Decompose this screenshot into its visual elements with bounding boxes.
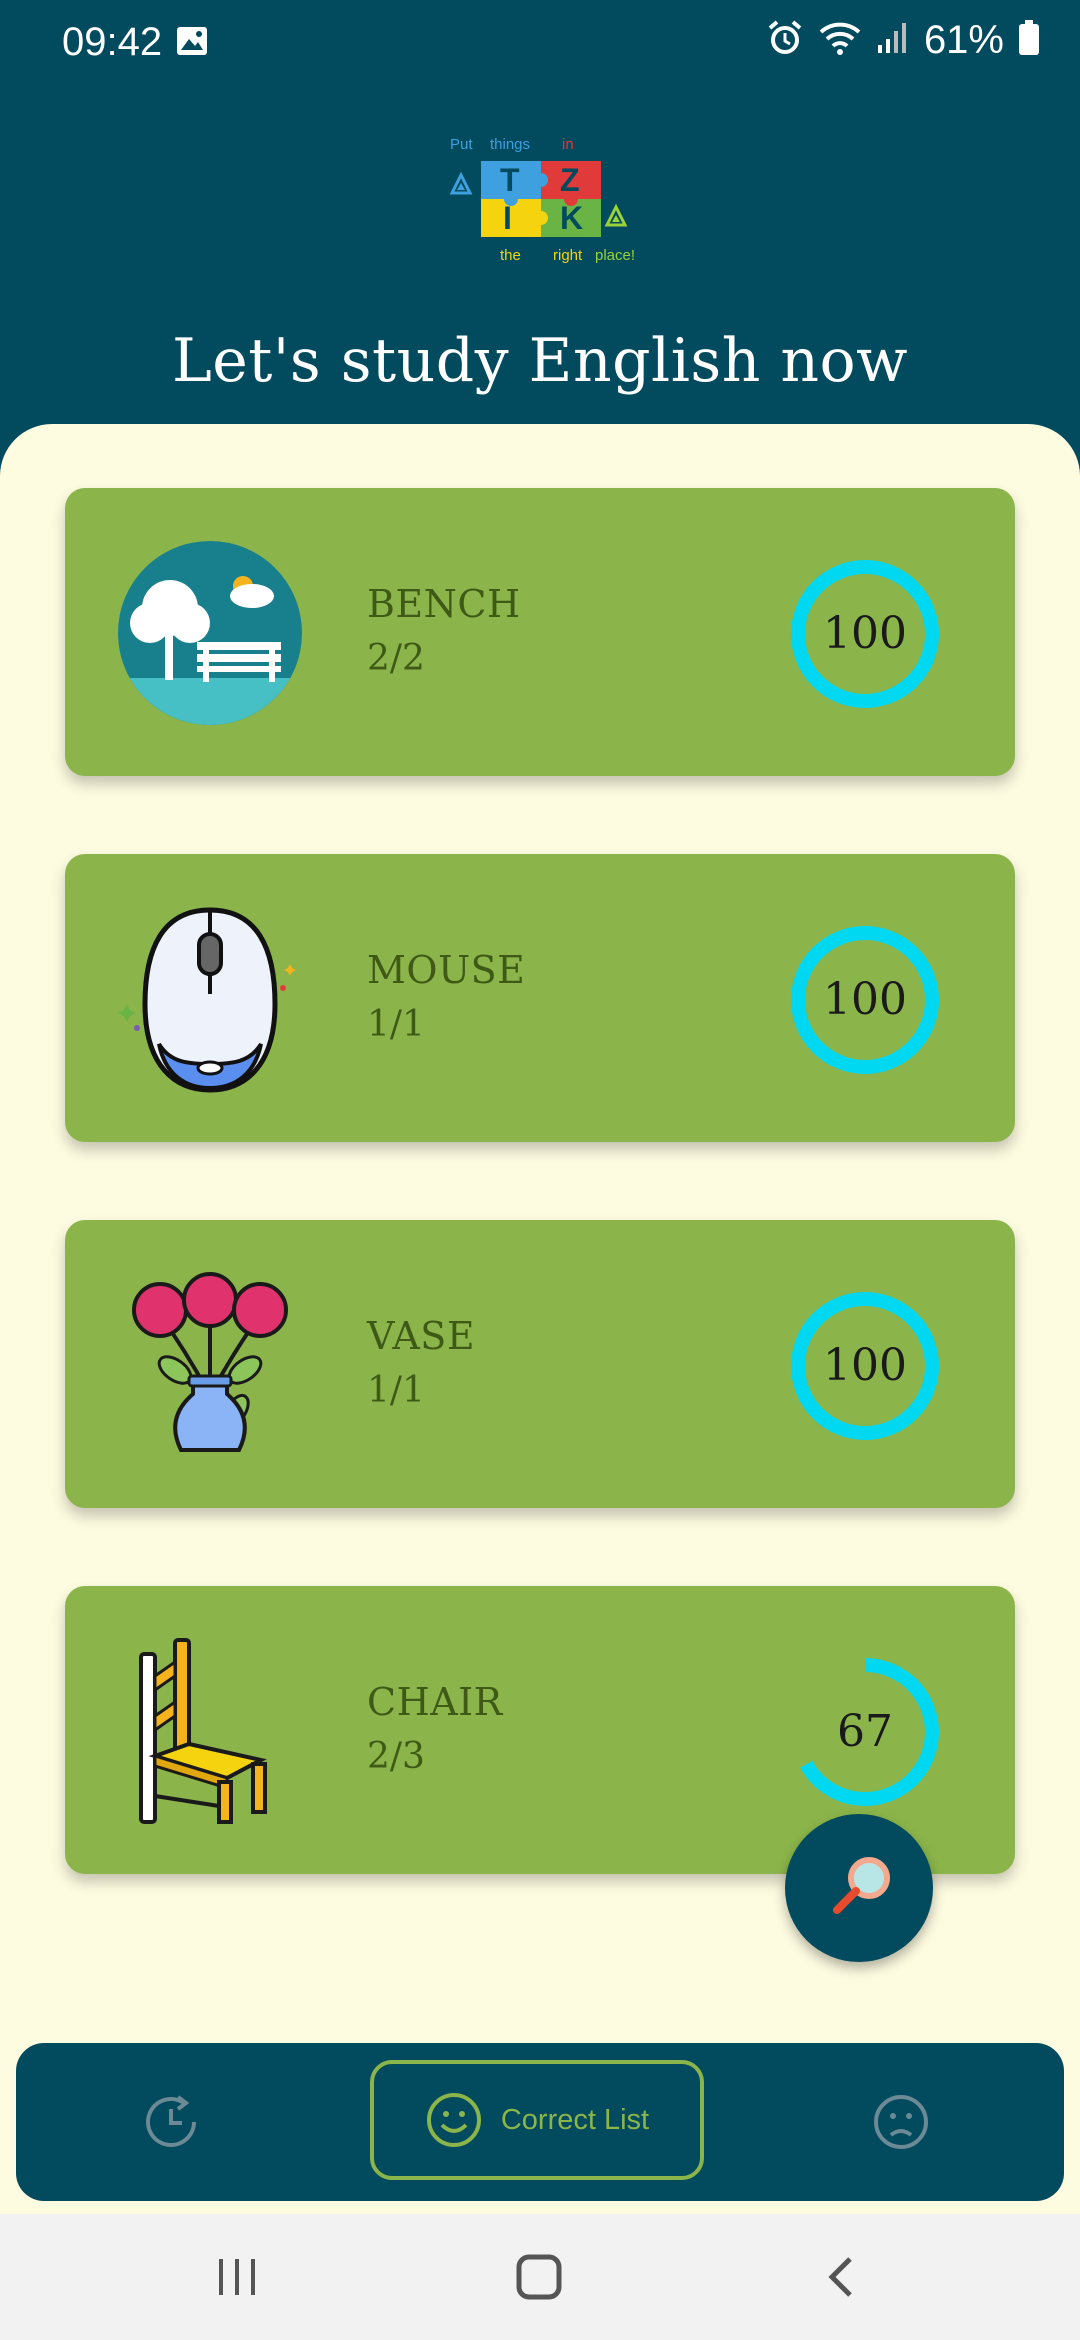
status-bar: 09:42 61% — [0, 0, 1080, 86]
card-word-title: MOUSE — [367, 948, 526, 992]
word-card-bench[interactable]: BENCH 2/2 100 — [65, 488, 1015, 776]
gallery-notification-icon — [176, 26, 208, 61]
logo-letter: Z — [560, 162, 580, 198]
score-ring: 67 — [785, 1652, 945, 1812]
bench-icon — [115, 538, 305, 728]
back-button[interactable] — [761, 2214, 921, 2340]
card-word-count: 1/1 — [367, 1004, 425, 1045]
recent-apps-icon — [219, 2259, 255, 2295]
word-card-vase[interactable]: VASE 1/1 100 — [65, 1220, 1015, 1508]
score-value: 67 — [837, 1706, 893, 1757]
magnifier-icon — [833, 1857, 890, 1914]
logo-word: right — [553, 247, 583, 264]
card-word-count: 2/2 — [367, 638, 425, 679]
nav-active-label: Correct List — [500, 2103, 650, 2136]
mouse-icon — [115, 904, 305, 1094]
logo-word: the — [500, 247, 521, 264]
search-fab[interactable] — [785, 1814, 933, 1962]
chair-icon — [115, 1636, 305, 1826]
battery-icon — [1018, 20, 1040, 61]
wifi-icon — [818, 20, 862, 61]
bottom-navigation: Correct List — [16, 2043, 1064, 2201]
card-word-title: BENCH — [367, 582, 521, 626]
logo-word: place! — [595, 247, 636, 264]
status-time: 09:42 — [62, 20, 163, 64]
nav-history[interactable] — [106, 2043, 236, 2201]
score-value: 100 — [823, 1340, 907, 1391]
app-logo: Put things in T Z I K the right place! — [445, 133, 645, 268]
card-word-count: 2/3 — [367, 1736, 425, 1777]
alarm-icon — [766, 19, 804, 62]
back-icon — [828, 2257, 852, 2297]
word-card-mouse[interactable]: MOUSE 1/1 100 — [65, 854, 1015, 1142]
card-word-title: CHAIR — [367, 1680, 503, 1724]
score-ring: 100 — [785, 554, 945, 714]
score-ring: 100 — [785, 920, 945, 1080]
nav-correct-list[interactable]: Correct List — [370, 2060, 704, 2180]
card-word-count: 1/1 — [367, 1370, 425, 1411]
system-navigation-bar — [0, 2214, 1080, 2340]
signal-icon — [876, 21, 910, 60]
battery-percent: 61% — [923, 18, 1004, 62]
history-icon — [146, 2095, 196, 2147]
page-title: Let's study English now — [171, 326, 909, 396]
logo-letter: K — [560, 200, 584, 236]
recent-apps-button[interactable] — [157, 2214, 317, 2340]
puzzle-logo-icon — [449, 161, 628, 237]
nav-incorrect-list[interactable] — [836, 2043, 966, 2201]
home-button[interactable] — [459, 2214, 619, 2340]
sad-face-icon — [874, 2095, 928, 2149]
score-value: 100 — [823, 974, 907, 1025]
home-icon — [516, 2254, 562, 2300]
card-word-title: VASE — [367, 1314, 476, 1358]
vase-icon — [115, 1270, 305, 1460]
score-ring: 100 — [785, 1286, 945, 1446]
score-value: 100 — [823, 608, 907, 659]
logo-letter: I — [503, 200, 512, 236]
happy-face-icon — [426, 2093, 481, 2147]
logo-letter: T — [500, 162, 520, 198]
